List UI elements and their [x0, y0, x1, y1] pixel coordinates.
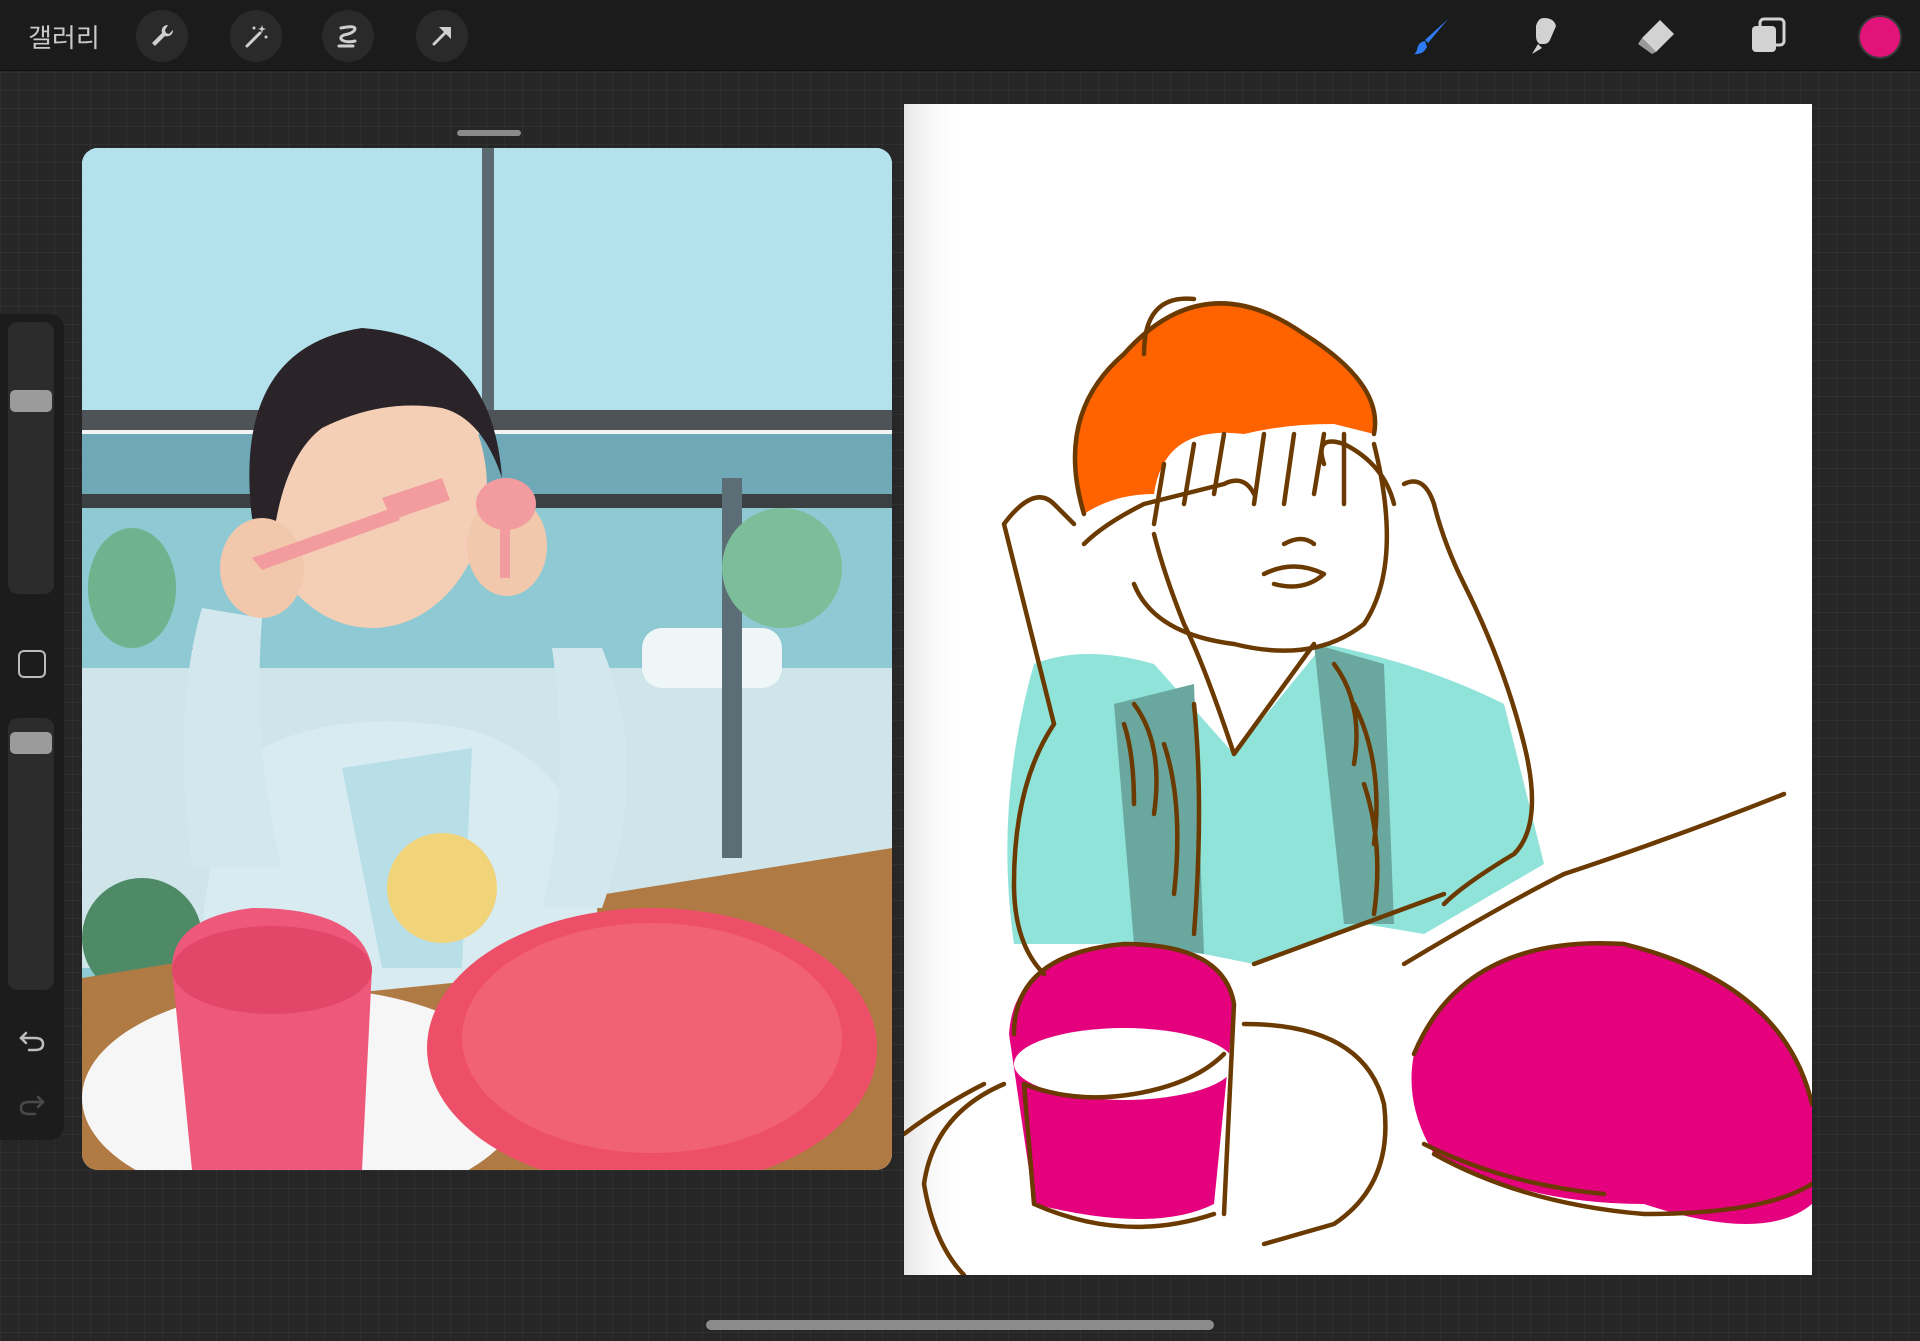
- wrench-icon: [152, 24, 174, 46]
- brush-tool-button[interactable]: [1408, 12, 1456, 60]
- undo-icon: [19, 1031, 45, 1052]
- drawing-artwork: [904, 104, 1812, 1275]
- undo-button[interactable]: [14, 1022, 50, 1058]
- smudge-tool-button[interactable]: [1520, 12, 1568, 60]
- color-picker-button[interactable]: [1858, 15, 1902, 59]
- brush-size-slider[interactable]: [8, 322, 54, 594]
- actions-button[interactable]: [136, 10, 188, 62]
- layers-button[interactable]: [1744, 12, 1792, 60]
- gallery-button[interactable]: 갤러리: [28, 18, 100, 55]
- selection-button[interactable]: [322, 10, 374, 62]
- reference-window[interactable]: [82, 148, 892, 1170]
- magic-wand-icon: [245, 25, 268, 48]
- modify-square-icon[interactable]: [18, 650, 46, 678]
- reference-photo: [82, 148, 892, 1170]
- home-indicator: [706, 1320, 1214, 1330]
- top-toolbar: 갤러리: [0, 0, 1920, 71]
- brush-size-thumb[interactable]: [10, 390, 52, 412]
- eraser-icon: [1638, 20, 1674, 54]
- eraser-tool-button[interactable]: [1632, 12, 1680, 60]
- redo-button[interactable]: [14, 1086, 50, 1122]
- selection-icon: [337, 25, 357, 48]
- opacity-thumb[interactable]: [10, 732, 52, 754]
- layers-icon: [1752, 17, 1786, 52]
- brush-icon: [1414, 19, 1448, 55]
- redo-icon: [19, 1095, 45, 1116]
- opacity-slider[interactable]: [8, 718, 54, 990]
- adjustments-button[interactable]: [230, 10, 282, 62]
- reference-window-handle[interactable]: [457, 130, 521, 136]
- smudge-icon: [1532, 18, 1556, 54]
- drawing-canvas[interactable]: [904, 104, 1812, 1275]
- side-toolbar: [0, 314, 64, 1140]
- transform-button[interactable]: [416, 10, 468, 62]
- transform-arrow-icon: [432, 27, 451, 46]
